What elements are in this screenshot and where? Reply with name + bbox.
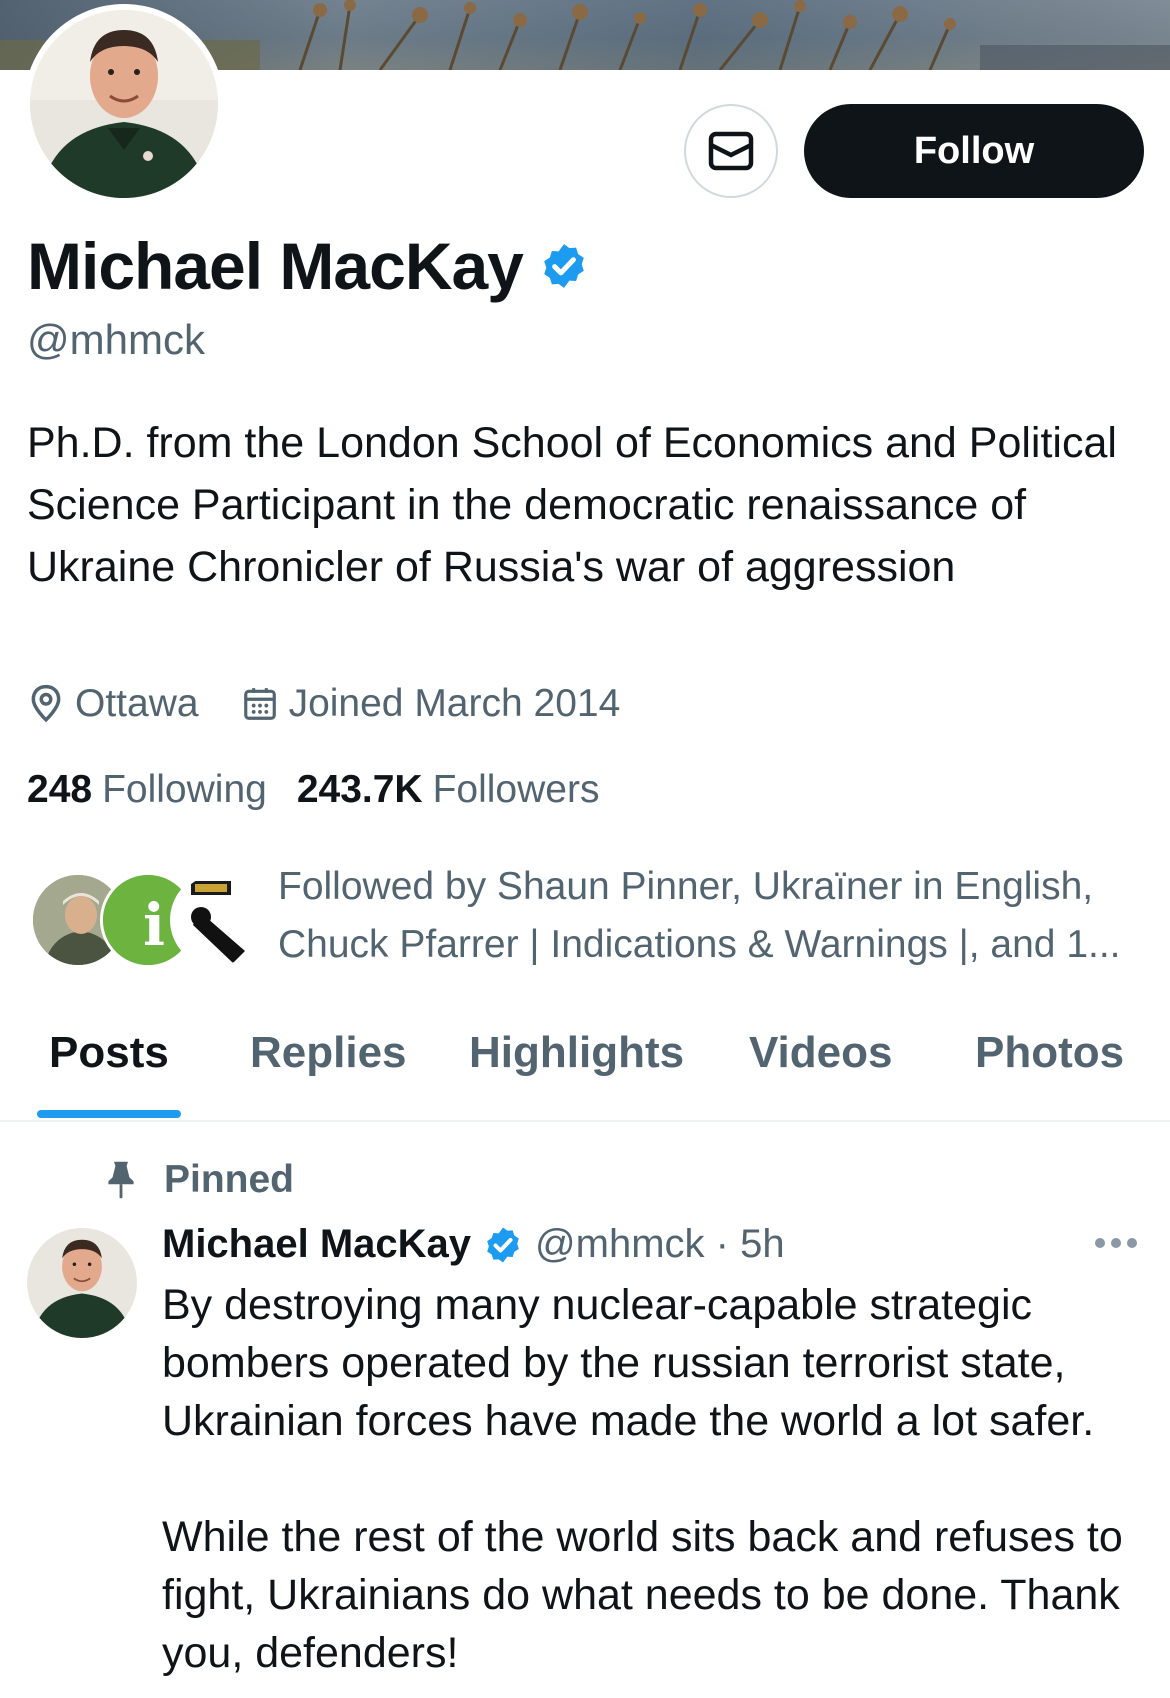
active-tab-indicator: [37, 1110, 181, 1118]
tab-posts[interactable]: Posts: [49, 1028, 169, 1078]
profile-name: Michael MacKay: [27, 229, 524, 303]
avatar-photo: [27, 1228, 137, 1338]
tab-videos[interactable]: Videos: [749, 1028, 892, 1078]
more-options-icon[interactable]: [1094, 1236, 1138, 1250]
post-author-avatar[interactable]: [27, 1228, 137, 1338]
profile-avatar[interactable]: [24, 4, 224, 204]
profile-bio: Ph.D. from the London School of Economic…: [27, 419, 1117, 591]
tab-highlights[interactable]: Highlights: [469, 1028, 684, 1078]
avatar-photo: [30, 10, 218, 198]
profile-handle: @mhmck: [27, 316, 205, 363]
post-paragraph: While the rest of the world sits back an…: [162, 1513, 1123, 1677]
follower-avatar: [170, 872, 266, 968]
followed-by-avatars[interactable]: i: [30, 872, 266, 972]
post-paragraph: By destroying many nuclear-capable strat…: [162, 1281, 1095, 1445]
location-pin-icon: [31, 684, 61, 723]
verified-badge-icon[interactable]: [539, 241, 589, 291]
verified-badge-icon[interactable]: [483, 1225, 523, 1265]
profile-tabs: Posts Replies Highlights Videos Photos: [0, 1020, 1170, 1122]
followers-count[interactable]: 243.7K: [297, 768, 423, 812]
join-date: Joined March 2014: [241, 682, 621, 726]
location: Ottawa: [27, 682, 199, 726]
tab-photos[interactable]: Photos: [975, 1028, 1124, 1078]
calendar-icon: [243, 688, 276, 720]
pinned-label: Pinned: [164, 1158, 295, 1201]
mail-icon: [708, 131, 754, 171]
post-author-handle-time[interactable]: @mhmck · 5h: [535, 1222, 785, 1267]
location-text: Ottawa: [75, 682, 199, 725]
pinned-indicator: Pinned: [104, 1158, 294, 1202]
following-count[interactable]: 248: [27, 768, 92, 812]
join-date-text: Joined March 2014: [288, 682, 621, 725]
post-body[interactable]: By destroying many nuclear-capable strat…: [162, 1276, 1152, 1682]
following-label[interactable]: Following: [102, 768, 267, 812]
followers-label[interactable]: Followers: [433, 768, 600, 812]
pin-icon: [108, 1161, 134, 1199]
svg-text:i: i: [143, 891, 165, 959]
tab-replies[interactable]: Replies: [250, 1028, 407, 1078]
follow-button-label: Follow: [913, 129, 1035, 172]
post-author-name[interactable]: Michael MacKay: [162, 1222, 471, 1267]
follow-button[interactable]: Follow: [804, 104, 1144, 198]
post-header: Michael MacKay @mhmck · 5h: [162, 1222, 785, 1267]
followed-by-text[interactable]: Followed by Shaun Pinner, Ukraïner in En…: [278, 858, 1138, 974]
message-button[interactable]: [684, 104, 778, 198]
